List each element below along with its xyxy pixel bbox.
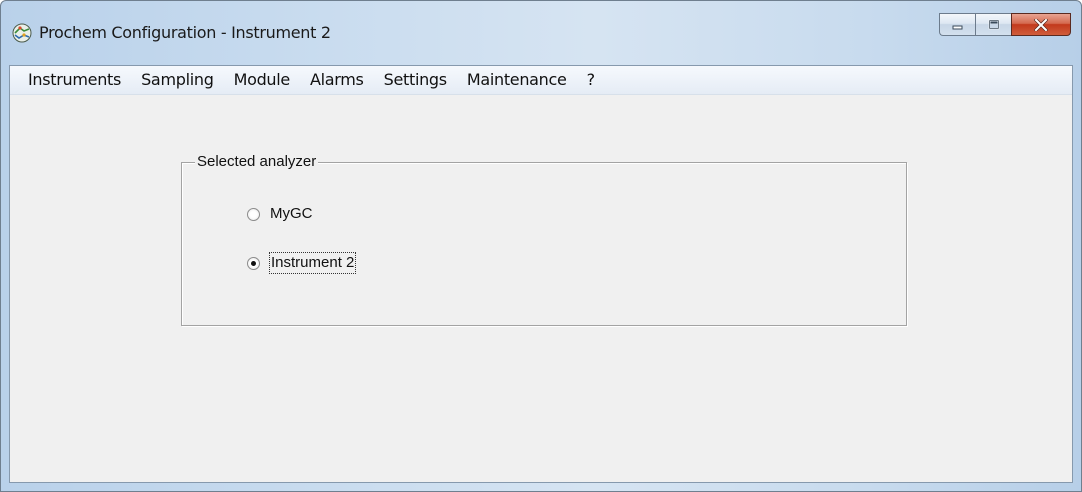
close-button[interactable] [1011,13,1071,36]
menu-alarms[interactable]: Alarms [300,66,374,94]
menu-instruments[interactable]: Instruments [10,66,131,94]
app-window: Prochem Configuration - Instrument 2 Ins… [0,0,1082,492]
menu-sampling[interactable]: Sampling [131,66,224,94]
menu-bar: Instruments Sampling Module Alarms Setti… [10,66,1072,95]
radio-button-mygc[interactable] [247,207,260,221]
client-area: Instruments Sampling Module Alarms Setti… [9,65,1073,483]
close-icon [1034,18,1048,31]
window-title: Prochem Configuration - Instrument 2 [39,23,331,42]
selected-analyzer-label: Selected analyzer [195,152,319,172]
title-bar[interactable]: Prochem Configuration - Instrument 2 [1,1,1081,65]
caption-buttons [939,13,1071,37]
menu-maintenance[interactable]: Maintenance [457,66,577,94]
menu-settings[interactable]: Settings [374,66,457,94]
minimize-button[interactable] [939,13,975,36]
selected-analyzer-group [181,162,907,326]
menu-module[interactable]: Module [224,66,300,94]
radio-label-mygc[interactable]: MyGC [270,204,313,224]
radio-option-mygc[interactable]: MyGC [247,204,313,224]
radio-button-instrument-2[interactable] [247,256,260,270]
radio-option-instrument-2[interactable]: Instrument 2 [247,252,357,274]
menu-help[interactable]: ? [577,66,605,94]
radio-label-instrument-2[interactable]: Instrument 2 [268,252,357,274]
maximize-icon [988,19,999,29]
prochem-app-icon[interactable] [12,23,32,43]
minimize-icon [952,25,962,29]
maximize-button[interactable] [975,13,1011,36]
